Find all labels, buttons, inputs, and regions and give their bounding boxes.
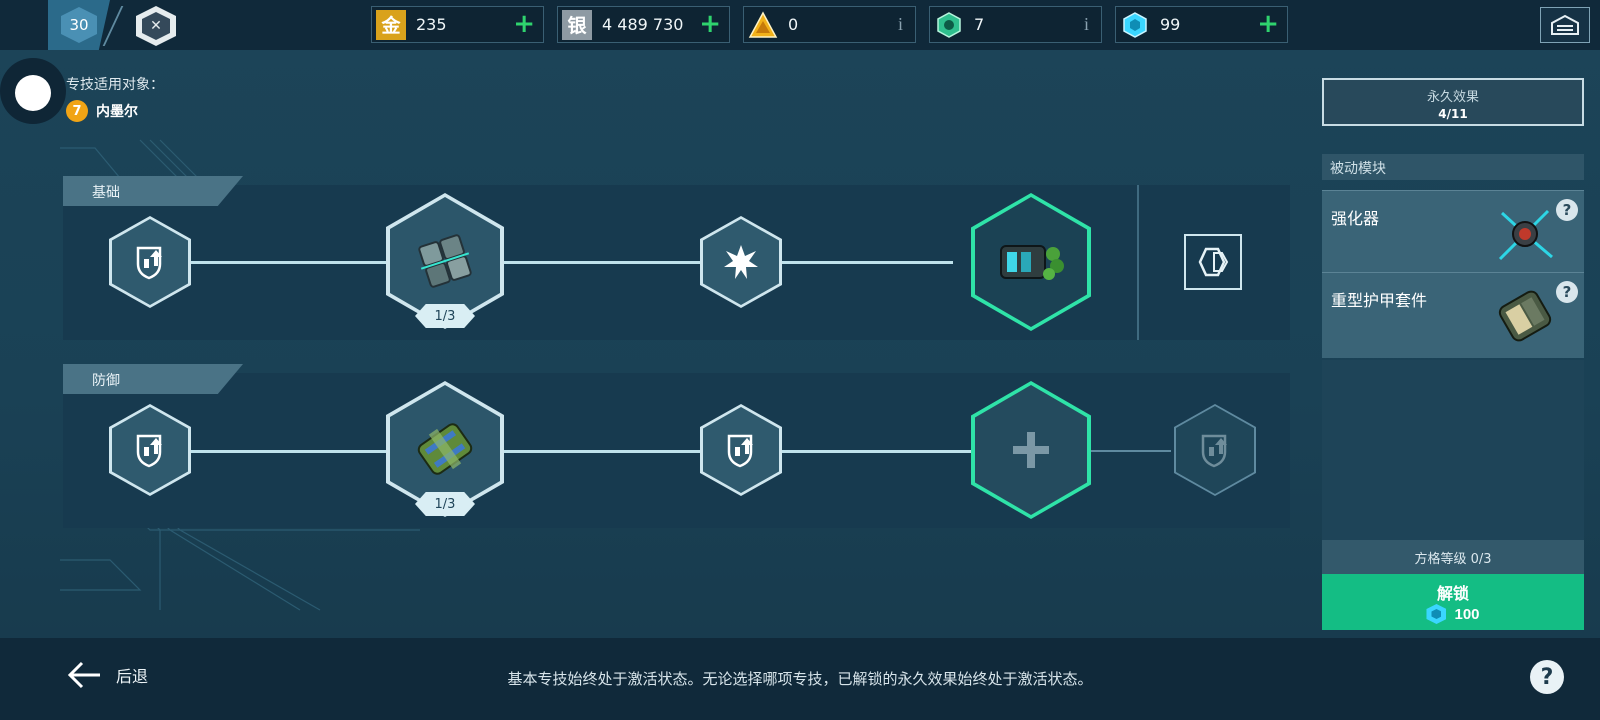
passive-module-item[interactable]: 强化器 ? <box>1322 190 1584 272</box>
silver-icon: 银 <box>562 9 592 40</box>
cyan-hex-value: 99 <box>1160 15 1181 34</box>
heavy-armor-kit-icon <box>1498 290 1552 342</box>
connector-line <box>185 261 953 264</box>
pilot-name: 内墨尔 <box>96 104 138 120</box>
passive-module-name: 强化器 <box>1331 209 1380 228</box>
back-arrow-icon <box>67 661 100 689</box>
gold-icon: 金 <box>376 9 406 40</box>
hint-text: 基本专技始终处于激活状态。无论选择哪项专技，已解锁的永久效果始终处于激活状态。 <box>507 670 1093 688</box>
currency-cyan-hex: 99 + <box>1115 6 1288 43</box>
help-icon[interactable]: ? <box>1556 199 1578 221</box>
permanent-effects-title: 永久效果 <box>1426 90 1479 105</box>
cyan-hex-icon <box>1120 10 1150 40</box>
currency-silver: 银 4 489 730 + <box>557 6 730 43</box>
back-label: 后退 <box>116 667 149 686</box>
connector-line <box>185 450 973 453</box>
passive-modules-header: 被动模块 <box>1322 154 1584 180</box>
info-icon[interactable]: i <box>1084 14 1089 35</box>
row-label-basic: 基础 <box>63 176 243 206</box>
passive-module-item[interactable]: 重型护甲套件 ? <box>1322 272 1584 358</box>
permanent-effects-panel[interactable]: 永久效果 4/11 <box>1322 78 1584 126</box>
help-icon[interactable]: ? <box>1556 281 1578 303</box>
module-progress-badge: 1/3 <box>415 492 475 516</box>
currency-gold: 金 235 + <box>371 6 544 43</box>
unlock-label: 解锁 <box>1436 586 1469 603</box>
passive-modules-empty-area <box>1322 360 1584 540</box>
add-cyan-hex-button[interactable]: + <box>1257 11 1279 37</box>
grid-level-label: 方格等级 0/3 <box>1322 540 1584 574</box>
module-progress-badge: 1/3 <box>415 304 475 328</box>
green-token-value: 7 <box>974 15 985 34</box>
gold-value: 235 <box>416 15 447 34</box>
back-button[interactable]: 后退 <box>66 660 148 690</box>
info-icon[interactable]: i <box>898 14 903 35</box>
unlock-button[interactable]: 解锁 100 <box>1322 574 1584 630</box>
passive-module-name: 重型护甲套件 <box>1331 291 1428 310</box>
level-badge: 30 <box>61 7 97 43</box>
add-silver-button[interactable]: + <box>699 11 721 37</box>
help-icon[interactable]: ? <box>1530 660 1564 694</box>
applies-to-label: 专技适用对象： <box>66 77 164 93</box>
silver-value: 4 489 730 <box>602 15 684 34</box>
connector-line-locked <box>1091 450 1171 452</box>
add-gold-button[interactable]: + <box>513 11 535 37</box>
amplifier-module-icon <box>1498 209 1553 261</box>
permanent-effects-count: 4/11 <box>1438 107 1468 121</box>
cyan-hex-icon <box>1426 604 1447 624</box>
currency-green-token: 7 i <box>929 6 1102 43</box>
row-divider <box>1137 185 1139 340</box>
triangle-token-icon <box>748 10 778 40</box>
avatar[interactable] <box>15 75 51 111</box>
pilot-rank-badge: 7 <box>66 100 88 122</box>
row-label-defense: 防御 <box>63 364 243 394</box>
unlock-cost: 100 <box>1322 604 1584 624</box>
currency-triangle: 0 i <box>743 6 916 43</box>
permanent-effect-slot[interactable] <box>1184 234 1242 290</box>
unlock-cost-value: 100 <box>1454 605 1480 623</box>
triangle-token-value: 0 <box>788 15 799 34</box>
green-token-icon <box>934 10 964 40</box>
hangar-icon[interactable] <box>1540 7 1590 43</box>
